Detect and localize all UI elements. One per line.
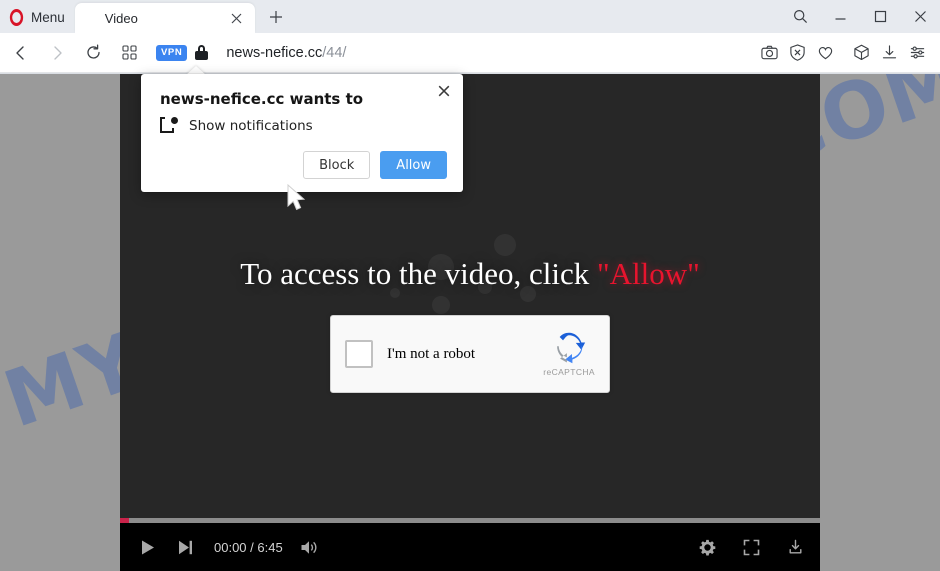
gear-icon[interactable] — [688, 523, 726, 571]
browser-tab[interactable]: Video — [74, 3, 255, 33]
dialog-close-icon[interactable] — [433, 80, 455, 102]
snapshot-icon[interactable] — [756, 38, 782, 68]
minimize-icon[interactable] — [820, 0, 860, 33]
fullscreen-icon[interactable] — [732, 523, 770, 571]
dialog-permission-row: Show notifications — [159, 116, 313, 134]
dialog-title: news-nefice.cc wants to — [160, 90, 364, 108]
recaptcha-label: I'm not a robot — [387, 345, 476, 362]
lock-icon[interactable] — [195, 45, 209, 60]
video-time-display: 00:00 / 6:45 — [214, 539, 283, 555]
block-button[interactable]: Block — [303, 151, 371, 179]
address-toolbar: VPN news-nefice.cc/44/ — [0, 33, 940, 73]
new-tab-button[interactable] — [261, 2, 291, 32]
page-headline: To access to the video, click "Allow" — [120, 256, 820, 292]
browser-window: Menu Video VPN news-nefice.cc/44/ To acc… — [0, 0, 940, 571]
url-domain: news-nefice.cc — [226, 44, 323, 61]
tab-close-icon[interactable] — [227, 8, 247, 28]
mouse-cursor — [286, 183, 308, 219]
menu-label: Menu — [31, 9, 65, 25]
volume-icon[interactable] — [291, 523, 329, 571]
dialog-actions: Block Allow — [303, 151, 447, 179]
url-path: /44/ — [322, 44, 347, 61]
headline-prefix: To access to the video, click — [240, 256, 597, 291]
search-icon[interactable] — [780, 0, 820, 33]
allow-button[interactable]: Allow — [380, 151, 447, 179]
vpn-badge[interactable]: VPN — [156, 44, 188, 61]
close-window-icon[interactable] — [900, 0, 940, 33]
notification-permission-dialog: news-nefice.cc wants to Show notificatio… — [141, 74, 463, 192]
heart-icon[interactable] — [812, 38, 838, 68]
download-icon[interactable] — [776, 523, 814, 571]
headline-highlight: "Allow" — [596, 256, 700, 291]
downloads-icon[interactable] — [876, 38, 902, 68]
back-arrow-icon[interactable] — [6, 38, 36, 68]
window-controls — [780, 0, 940, 33]
reload-icon[interactable] — [78, 38, 108, 68]
recaptcha-logo-icon — [557, 332, 586, 364]
tab-bar: Menu Video — [0, 0, 940, 33]
dialog-permission-label: Show notifications — [189, 117, 313, 134]
play-icon[interactable] — [128, 523, 166, 571]
opera-logo-icon — [9, 8, 24, 26]
ad-blocker-shield-icon[interactable] — [784, 38, 810, 68]
video-controls: 00:00 / 6:45 — [120, 523, 820, 571]
opera-menu-button[interactable]: Menu — [0, 4, 75, 30]
recaptcha-brand-label: reCAPTCHA — [543, 367, 595, 377]
speed-dial-icon[interactable] — [114, 38, 144, 68]
next-track-icon[interactable] — [166, 523, 204, 571]
address-bar[interactable]: VPN news-nefice.cc/44/ — [156, 38, 748, 68]
maximize-icon[interactable] — [860, 0, 900, 33]
tab-title: Video — [104, 10, 138, 26]
easy-setup-icon[interactable] — [904, 38, 930, 68]
recaptcha-brand: reCAPTCHA — [543, 331, 595, 377]
url-text: news-nefice.cc/44/ — [226, 45, 346, 61]
forward-arrow-icon — [42, 38, 72, 68]
recaptcha-checkbox[interactable] — [345, 340, 373, 368]
extensions-cube-icon[interactable] — [848, 38, 874, 68]
recaptcha-widget[interactable]: I'm not a robot reCAPTCHA — [330, 315, 610, 393]
notification-permission-icon — [159, 116, 178, 134]
